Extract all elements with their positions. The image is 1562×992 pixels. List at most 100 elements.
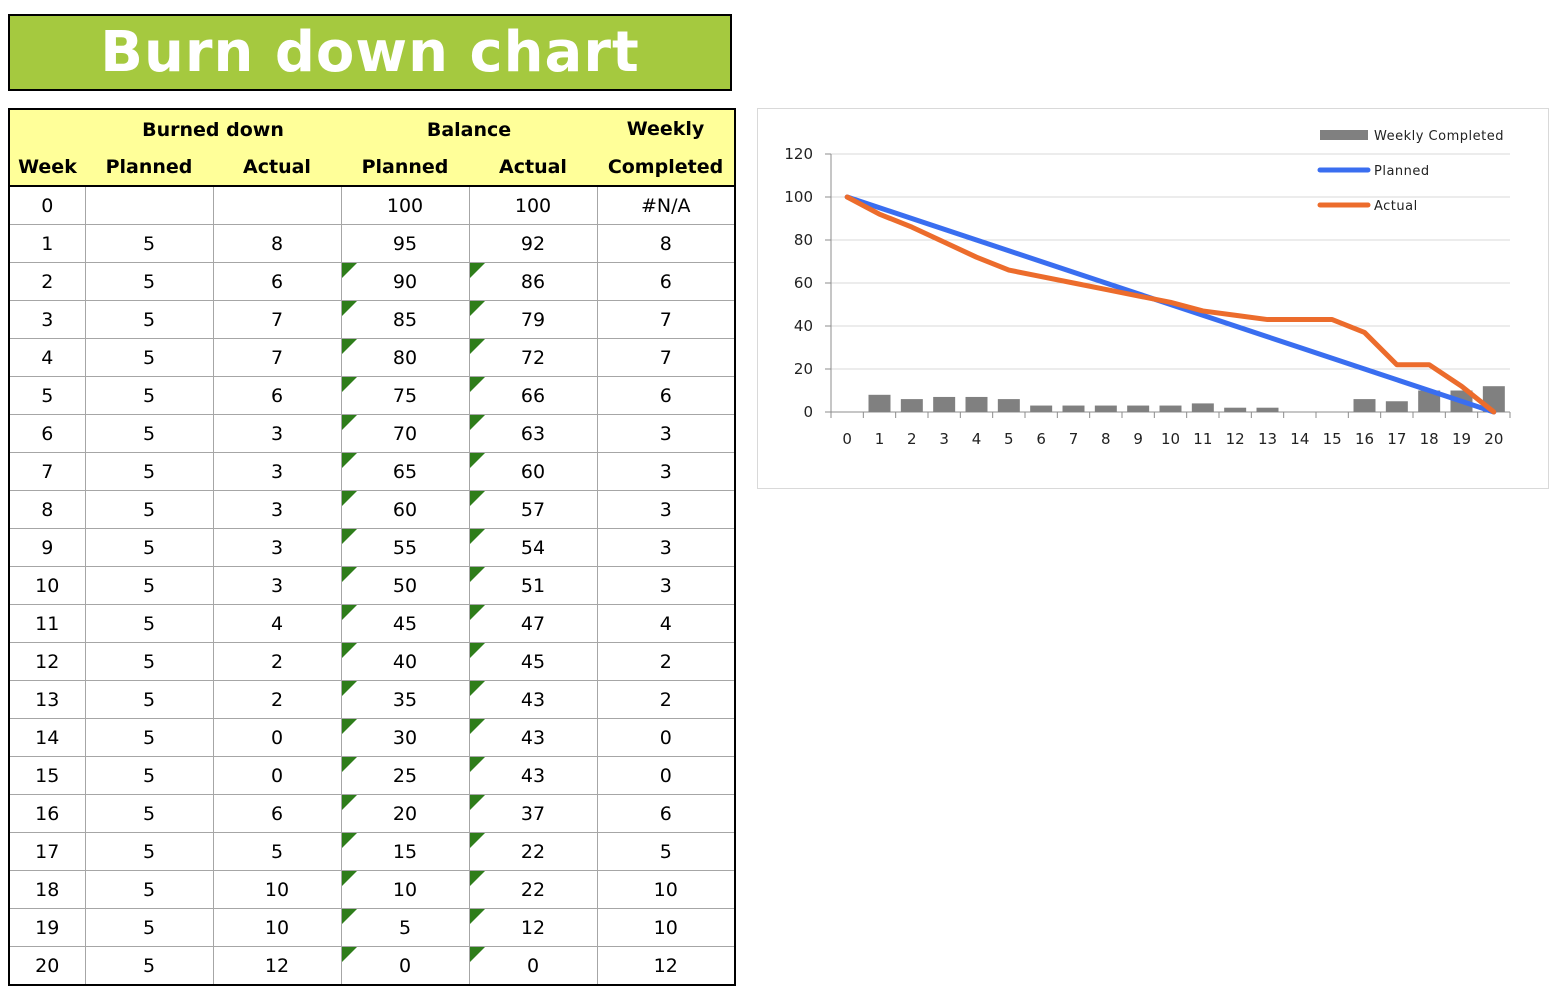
cell-weekly-completed[interactable]: 3 — [596, 566, 735, 605]
cell-weekly-completed[interactable]: 7 — [596, 300, 735, 339]
cell-burned-planned[interactable]: 5 — [84, 414, 214, 453]
cell-week[interactable]: 18 — [9, 870, 86, 909]
cell-burned-actual[interactable]: 0 — [212, 718, 342, 757]
cell-weekly-completed[interactable]: 3 — [596, 414, 735, 453]
cell-burned-planned[interactable] — [84, 185, 214, 225]
cell-balance-planned[interactable]: 100 — [340, 185, 470, 225]
cell-weekly-completed[interactable]: 2 — [596, 642, 735, 681]
cell-burned-planned[interactable]: 5 — [84, 756, 214, 795]
cell-burned-actual[interactable]: 3 — [212, 566, 342, 605]
cell-week[interactable]: 20 — [9, 946, 86, 985]
cell-week[interactable]: 12 — [9, 642, 86, 681]
cell-burned-actual[interactable]: 12 — [212, 946, 342, 985]
cell-burned-planned[interactable]: 5 — [84, 528, 214, 567]
cell-week[interactable]: 9 — [9, 528, 86, 567]
cell-balance-actual[interactable]: 86 — [468, 262, 598, 301]
cell-balance-actual[interactable]: 43 — [468, 718, 598, 757]
cell-balance-planned[interactable]: 65 — [340, 452, 470, 491]
cell-balance-actual[interactable]: 60 — [468, 452, 598, 491]
cell-week[interactable]: 1 — [9, 224, 86, 263]
cell-balance-planned[interactable]: 40 — [340, 642, 470, 681]
cell-burned-actual[interactable]: 2 — [212, 642, 342, 681]
cell-balance-planned[interactable]: 90 — [340, 262, 470, 301]
cell-balance-planned[interactable]: 25 — [340, 756, 470, 795]
cell-balance-actual[interactable]: 92 — [468, 224, 598, 263]
cell-week[interactable]: 5 — [9, 376, 86, 415]
cell-balance-actual[interactable]: 37 — [468, 794, 598, 833]
cell-burned-planned[interactable]: 5 — [84, 376, 214, 415]
cell-burned-actual[interactable]: 4 — [212, 604, 342, 643]
cell-burned-planned[interactable]: 5 — [84, 794, 214, 833]
cell-weekly-completed[interactable]: 6 — [596, 262, 735, 301]
cell-burned-planned[interactable]: 5 — [84, 604, 214, 643]
cell-burned-actual[interactable]: 6 — [212, 794, 342, 833]
cell-balance-actual[interactable]: 63 — [468, 414, 598, 453]
cell-balance-actual[interactable]: 47 — [468, 604, 598, 643]
cell-burned-planned[interactable]: 5 — [84, 452, 214, 491]
cell-burned-planned[interactable]: 5 — [84, 718, 214, 757]
cell-balance-actual[interactable]: 54 — [468, 528, 598, 567]
cell-burned-actual[interactable]: 10 — [212, 870, 342, 909]
cell-burned-actual[interactable]: 10 — [212, 908, 342, 947]
cell-weekly-completed[interactable]: 0 — [596, 718, 735, 757]
cell-burned-actual[interactable]: 8 — [212, 224, 342, 263]
cell-burned-planned[interactable]: 5 — [84, 490, 214, 529]
cell-burned-actual[interactable]: 6 — [212, 376, 342, 415]
cell-burned-planned[interactable]: 5 — [84, 300, 214, 339]
cell-balance-actual[interactable]: 22 — [468, 832, 598, 871]
cell-balance-planned[interactable]: 30 — [340, 718, 470, 757]
cell-week[interactable]: 15 — [9, 756, 86, 795]
cell-weekly-completed[interactable]: #N/A — [596, 185, 735, 225]
cell-week[interactable]: 13 — [9, 680, 86, 719]
cell-weekly-completed[interactable]: 2 — [596, 680, 735, 719]
cell-weekly-completed[interactable]: 5 — [596, 832, 735, 871]
cell-burned-actual[interactable]: 2 — [212, 680, 342, 719]
cell-balance-planned[interactable]: 5 — [340, 908, 470, 947]
cell-week[interactable]: 14 — [9, 718, 86, 757]
cell-burned-planned[interactable]: 5 — [84, 338, 214, 377]
cell-burned-planned[interactable]: 5 — [84, 262, 214, 301]
cell-weekly-completed[interactable]: 10 — [596, 908, 735, 947]
cell-burned-planned[interactable]: 5 — [84, 870, 214, 909]
cell-balance-actual[interactable]: 0 — [468, 946, 598, 985]
cell-balance-planned[interactable]: 55 — [340, 528, 470, 567]
cell-balance-planned[interactable]: 35 — [340, 680, 470, 719]
cell-week[interactable]: 6 — [9, 414, 86, 453]
cell-burned-planned[interactable]: 5 — [84, 680, 214, 719]
cell-weekly-completed[interactable]: 3 — [596, 452, 735, 491]
cell-week[interactable]: 10 — [9, 566, 86, 605]
cell-weekly-completed[interactable]: 10 — [596, 870, 735, 909]
cell-balance-planned[interactable]: 10 — [340, 870, 470, 909]
cell-burned-actual[interactable]: 3 — [212, 414, 342, 453]
cell-week[interactable]: 2 — [9, 262, 86, 301]
cell-balance-actual[interactable]: 51 — [468, 566, 598, 605]
cell-balance-planned[interactable]: 20 — [340, 794, 470, 833]
cell-burned-planned[interactable]: 5 — [84, 642, 214, 681]
cell-balance-actual[interactable]: 22 — [468, 870, 598, 909]
cell-burned-actual[interactable]: 3 — [212, 490, 342, 529]
cell-weekly-completed[interactable]: 0 — [596, 756, 735, 795]
cell-balance-planned[interactable]: 80 — [340, 338, 470, 377]
cell-burned-planned[interactable]: 5 — [84, 908, 214, 947]
cell-week[interactable]: 8 — [9, 490, 86, 529]
cell-burned-planned[interactable]: 5 — [84, 946, 214, 985]
cell-balance-actual[interactable]: 100 — [468, 185, 598, 225]
cell-balance-planned[interactable]: 45 — [340, 604, 470, 643]
cell-week[interactable]: 11 — [9, 604, 86, 643]
cell-weekly-completed[interactable]: 6 — [596, 376, 735, 415]
cell-burned-actual[interactable]: 3 — [212, 528, 342, 567]
cell-balance-actual[interactable]: 66 — [468, 376, 598, 415]
cell-week[interactable]: 7 — [9, 452, 86, 491]
chart-area[interactable]: 0 20 40 60 80 100 120 0 1 2 3 4 5 6 7 8 9 10 11 12 13 14 15 16 1… — [757, 108, 1549, 489]
cell-balance-planned[interactable]: 75 — [340, 376, 470, 415]
cell-week[interactable]: 3 — [9, 300, 86, 339]
cell-burned-actual[interactable]: 0 — [212, 756, 342, 795]
cell-balance-planned[interactable]: 60 — [340, 490, 470, 529]
cell-weekly-completed[interactable]: 7 — [596, 338, 735, 377]
cell-balance-planned[interactable]: 50 — [340, 566, 470, 605]
cell-burned-planned[interactable]: 5 — [84, 566, 214, 605]
cell-week[interactable]: 0 — [9, 185, 86, 225]
cell-balance-planned[interactable]: 70 — [340, 414, 470, 453]
cell-balance-planned[interactable]: 15 — [340, 832, 470, 871]
cell-weekly-completed[interactable]: 4 — [596, 604, 735, 643]
